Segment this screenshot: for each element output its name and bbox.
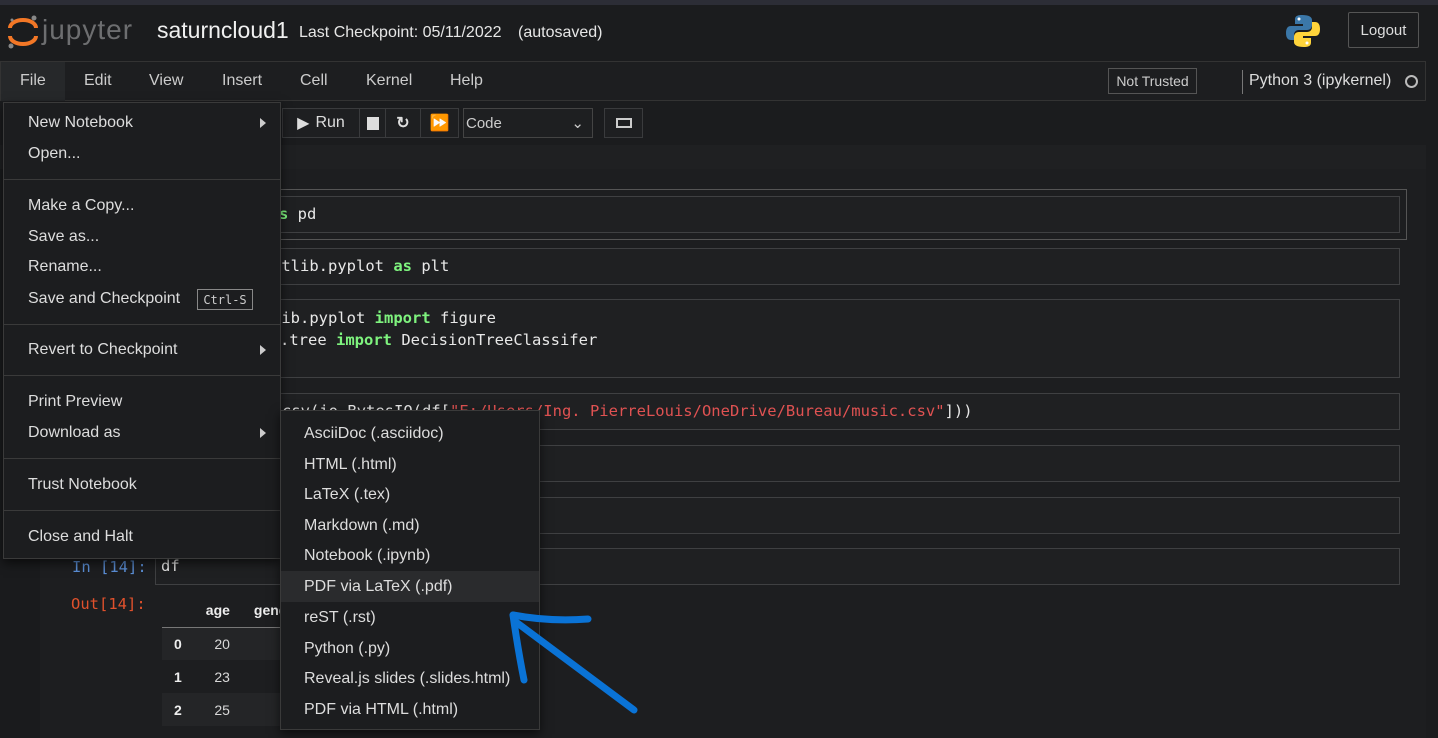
menu-item-save-checkpoint[interactable]: Save and Checkpoint — [28, 290, 180, 308]
download-notebook[interactable]: Notebook (.ipynb) — [281, 540, 539, 571]
logout-button[interactable]: Logout — [1348, 12, 1419, 48]
menu-divider — [4, 324, 280, 325]
code-cell-3[interactable]: lib.pyplot import figure .tree import Dec… — [155, 299, 1400, 378]
download-html[interactable]: HTML (.html) — [281, 449, 539, 480]
menu-edit[interactable]: Edit — [84, 72, 112, 90]
python-logo-icon — [1286, 15, 1320, 47]
command-palette-button[interactable] — [604, 108, 643, 138]
menu-help[interactable]: Help — [450, 72, 483, 90]
menu-item-close-halt[interactable]: Close and Halt — [28, 528, 133, 546]
stop-icon — [366, 116, 379, 130]
chevron-down-icon: ⌄ — [571, 115, 584, 132]
cell-type-select[interactable]: Code ⌄ — [463, 108, 593, 138]
kernel-idle-icon — [1405, 75, 1418, 88]
submenu-arrow-icon — [260, 118, 266, 128]
menu-cell[interactable]: Cell — [300, 72, 328, 90]
autosave-status: (autosaved) — [518, 24, 603, 41]
menu-item-download-as[interactable]: Download as — [28, 424, 121, 442]
run-button[interactable]: ▶ Run — [282, 108, 360, 138]
menu-view[interactable]: View — [149, 72, 183, 90]
restart-icon: ↻ — [396, 115, 410, 132]
kernel-divider — [1242, 70, 1243, 94]
run-label: Run — [315, 114, 345, 131]
menubar — [0, 61, 1426, 101]
submenu-arrow-icon — [260, 345, 266, 355]
cell-code: df — [161, 557, 180, 575]
menu-item-open[interactable]: Open... — [28, 145, 80, 163]
restart-run-all-button[interactable]: ⏩ — [420, 108, 459, 138]
menu-item-revert-checkpoint[interactable]: Revert to Checkpoint — [28, 341, 177, 359]
shortcut-badge: Ctrl-S — [197, 289, 253, 310]
interrupt-button[interactable] — [359, 108, 386, 138]
menu-insert[interactable]: Insert — [222, 72, 262, 90]
notebook-name[interactable]: saturncloud1 — [157, 17, 289, 44]
submenu-arrow-icon — [260, 428, 266, 438]
menu-item-make-copy[interactable]: Make a Copy... — [28, 197, 134, 215]
file-menu-dropdown: New Notebook Open... Make a Copy... Save… — [3, 102, 281, 559]
output-prompt: Out[14]: — [71, 595, 146, 613]
menu-divider — [4, 179, 280, 180]
keyboard-icon — [615, 118, 632, 128]
menu-item-new-notebook[interactable]: New Notebook — [28, 114, 133, 132]
kernel-name[interactable]: Python 3 (ipykernel) — [1249, 72, 1391, 90]
download-pdf-latex[interactable]: PDF via LaTeX (.pdf) — [281, 571, 539, 602]
menu-kernel[interactable]: Kernel — [366, 72, 412, 90]
menu-item-save-as[interactable]: Save as... — [28, 228, 99, 246]
checkpoint-status: Last Checkpoint: 05/11/2022 — [299, 24, 502, 41]
menu-item-print-preview[interactable]: Print Preview — [28, 393, 122, 411]
download-python[interactable]: Python (.py) — [281, 633, 539, 664]
restart-button[interactable]: ↻ — [385, 108, 421, 138]
play-icon: ▶ — [297, 115, 310, 132]
cell-type-value: Code — [466, 114, 502, 132]
fast-forward-icon: ⏩ — [429, 115, 450, 132]
download-latex[interactable]: LaTeX (.tex) — [281, 479, 539, 510]
menu-divider — [4, 375, 280, 376]
download-as-submenu: AsciiDoc (.asciidoc) HTML (.html) LaTeX … — [280, 410, 540, 730]
menu-divider — [4, 510, 280, 511]
download-reveal-slides[interactable]: Reveal.js slides (.slides.html) — [281, 663, 539, 694]
download-pdf-html[interactable]: PDF via HTML (.html) — [281, 694, 539, 725]
jupyter-logo-text[interactable]: jupyter — [42, 14, 133, 46]
jupyter-logo-icon — [8, 15, 38, 49]
menu-item-rename[interactable]: Rename... — [28, 258, 102, 276]
code-cell-1[interactable]: s as pd — [155, 196, 1400, 233]
download-asciidoc[interactable]: AsciiDoc (.asciidoc) — [281, 418, 539, 449]
menu-divider — [4, 458, 280, 459]
input-prompt: In [14]: — [72, 558, 147, 576]
code-cell-2[interactable]: otlib.pyplot as plt — [155, 248, 1400, 285]
menu-item-trust-notebook[interactable]: Trust Notebook — [28, 476, 137, 494]
menu-file[interactable]: File — [20, 72, 46, 90]
scrollbar[interactable] — [1426, 101, 1438, 738]
trust-status-button[interactable]: Not Trusted — [1108, 68, 1197, 94]
download-markdown[interactable]: Markdown (.md) — [281, 510, 539, 541]
download-rest[interactable]: reST (.rst) — [281, 602, 539, 633]
